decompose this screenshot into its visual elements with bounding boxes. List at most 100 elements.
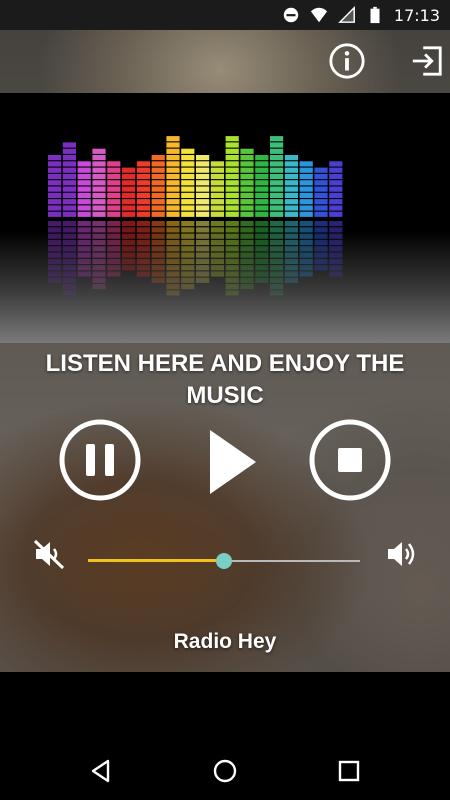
equalizer-reflection-block: [314, 233, 328, 239]
equalizer-reflection-block: [299, 265, 313, 271]
equalizer-block: [181, 180, 195, 186]
equalizer-reflection-block: [284, 227, 298, 233]
equalizer-block: [299, 192, 313, 198]
equalizer-reflection-block: [225, 252, 239, 258]
equalizer-reflection-block: [210, 258, 224, 264]
equalizer-reflection-block: [151, 239, 165, 246]
volume-thumb[interactable]: [216, 553, 232, 569]
equalizer-block: [166, 180, 180, 186]
equalizer-reflection-block: [299, 227, 313, 233]
equalizer-block: [92, 186, 106, 192]
recent-apps-icon[interactable]: [334, 756, 364, 786]
equalizer-reflection-block: [210, 246, 224, 252]
pause-button[interactable]: [58, 418, 142, 502]
equalizer-block: [299, 186, 313, 192]
equalizer-block: [240, 205, 254, 211]
info-icon[interactable]: [328, 42, 366, 80]
equalizer-block: [240, 186, 254, 192]
equalizer-reflection-block: [62, 277, 76, 283]
equalizer-reflection-block: [314, 265, 328, 271]
equalizer-block: [107, 180, 121, 186]
equalizer-reflection-block: [92, 271, 106, 277]
equalizer-block: [48, 167, 62, 173]
equalizer-reflection-block: [270, 265, 284, 271]
equalizer-reflection-block: [314, 227, 328, 233]
equalizer-reflection-block: [270, 258, 284, 264]
equalizer-block: [225, 173, 239, 180]
equalizer-block: [181, 148, 195, 154]
equalizer-block: [151, 192, 165, 198]
equalizer-reflection-block: [136, 233, 150, 239]
listen-heading: LISTEN HERE AND ENJOY THE MUSIC: [45, 350, 405, 409]
equalizer-block: [136, 211, 150, 217]
equalizer-reflection-block: [284, 233, 298, 239]
equalizer-block: [299, 205, 313, 211]
equalizer-reflection-block: [92, 277, 106, 283]
equalizer-block: [240, 173, 254, 180]
equalizer-reflection-block: [77, 271, 91, 277]
equalizer-block: [314, 211, 328, 217]
equalizer-block: [92, 199, 106, 205]
equalizer-block: [151, 180, 165, 186]
equalizer-block: [196, 161, 210, 167]
home-icon[interactable]: [210, 756, 240, 786]
equalizer-block: [77, 173, 91, 180]
equalizer-block: [270, 205, 284, 211]
equalizer-reflection-block: [210, 221, 224, 227]
equalizer-reflection-block: [240, 227, 254, 233]
equalizer-reflection-block: [284, 277, 298, 283]
volume-slider[interactable]: [88, 550, 360, 572]
equalizer-reflection-block: [210, 233, 224, 239]
equalizer-block: [77, 199, 91, 205]
equalizer-block: [255, 180, 269, 186]
equalizer-reflection-block: [181, 233, 195, 239]
equalizer-block: [181, 155, 195, 161]
exit-icon[interactable]: [410, 44, 444, 78]
equalizer-reflection-block: [122, 265, 136, 271]
equalizer-block: [136, 161, 150, 167]
equalizer-reflection-block: [255, 221, 269, 227]
equalizer-reflection-block: [107, 239, 121, 246]
equalizer-block: [196, 173, 210, 180]
equalizer-reflection-block: [136, 258, 150, 264]
equalizer-reflection-block: [181, 258, 195, 264]
equalizer-block: [210, 180, 224, 186]
volume-icon[interactable]: [384, 537, 418, 571]
equalizer-reflection-block: [240, 239, 254, 246]
equalizer-reflection-block: [92, 227, 106, 233]
equalizer-reflection-block: [77, 221, 91, 227]
stop-button[interactable]: [308, 418, 392, 502]
equalizer-reflection-block: [270, 239, 284, 246]
equalizer-block: [210, 167, 224, 173]
equalizer-block: [107, 186, 121, 192]
equalizer-block: [196, 211, 210, 217]
equalizer-block: [62, 199, 76, 205]
equalizer-block: [329, 186, 343, 192]
equalizer-block: [299, 167, 313, 173]
play-button[interactable]: [200, 420, 264, 504]
equalizer-block: [255, 167, 269, 173]
equalizer-block: [181, 161, 195, 167]
equalizer-block: [77, 180, 91, 186]
back-icon[interactable]: [86, 756, 116, 786]
equalizer-reflection-block: [77, 246, 91, 252]
equalizer-block: [270, 186, 284, 192]
equalizer-block: [255, 155, 269, 161]
equalizer-reflection-block: [196, 227, 210, 233]
equalizer-block: [136, 192, 150, 198]
mute-icon[interactable]: [32, 537, 66, 571]
equalizer-block: [107, 205, 121, 211]
equalizer-block: [48, 205, 62, 211]
equalizer-block: [92, 167, 106, 173]
equalizer-reflection-block: [270, 252, 284, 258]
equalizer-reflection-block: [329, 258, 343, 264]
equalizer-reflection-block: [196, 221, 210, 227]
equalizer-block: [92, 192, 106, 198]
equalizer-block: [299, 211, 313, 217]
equalizer-block: [107, 211, 121, 217]
wifi-icon: [310, 7, 327, 23]
equalizer-reflection-block: [240, 265, 254, 271]
equalizer-block: [92, 161, 106, 167]
equalizer-block: [181, 192, 195, 198]
equalizer-reflection-block: [196, 265, 210, 271]
